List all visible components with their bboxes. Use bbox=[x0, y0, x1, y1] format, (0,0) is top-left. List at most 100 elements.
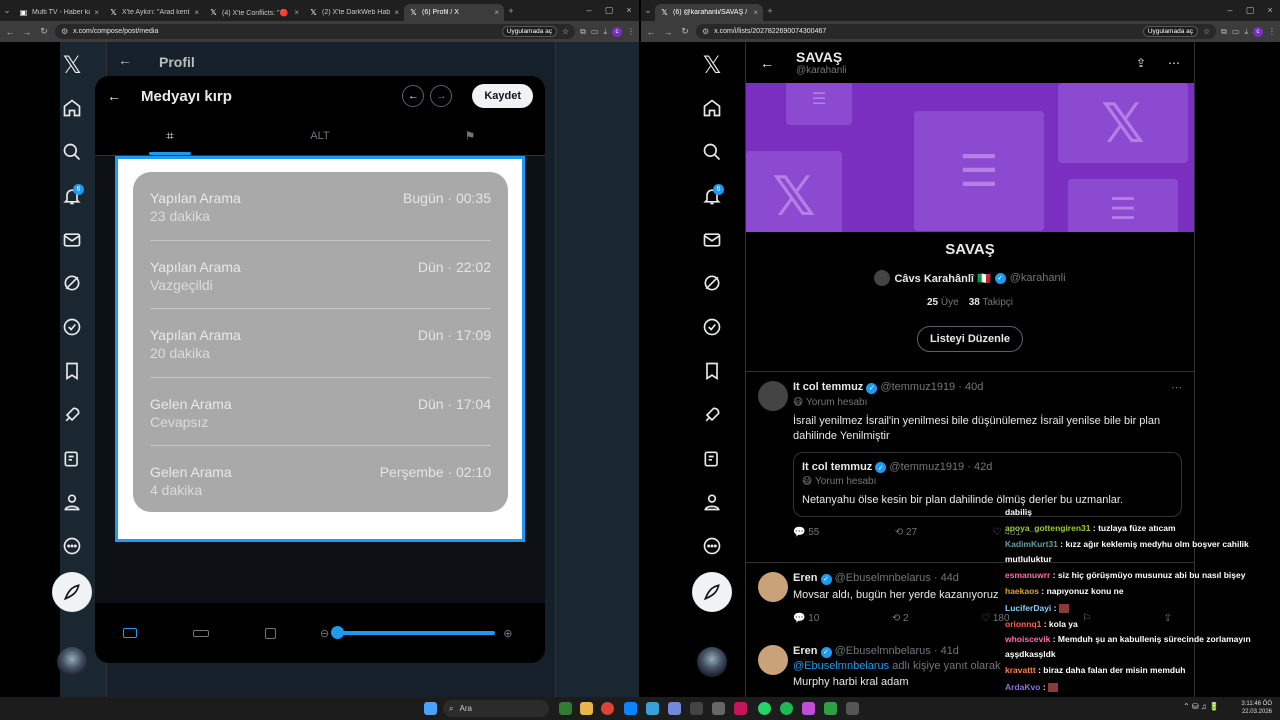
profile-icon[interactable] bbox=[58, 488, 86, 516]
repost-button[interactable]: ⟲ 27 bbox=[895, 527, 917, 538]
back-arrow-icon[interactable]: ← bbox=[645, 27, 657, 37]
browser-tab[interactable]: 𝕏(4) X'te Conflicts: "🔴 So× bbox=[204, 4, 304, 21]
close-window-icon[interactable]: × bbox=[619, 5, 639, 16]
zoom-slider-handle[interactable] bbox=[331, 626, 345, 639]
extensions-icon[interactable]: ⧉ bbox=[580, 27, 586, 37]
maximize-icon[interactable]: ▢ bbox=[599, 5, 619, 16]
tray-icons[interactable]: ⌃ ⛁ ♫ 🔋 bbox=[1183, 702, 1219, 711]
extensions-icon[interactable]: ⧉ bbox=[1221, 27, 1227, 37]
close-icon[interactable]: × bbox=[294, 8, 299, 17]
premium-icon[interactable] bbox=[58, 313, 86, 341]
tweet-avatar[interactable] bbox=[758, 645, 788, 675]
tab-menu-icon[interactable]: ⌄ bbox=[0, 4, 14, 18]
spotify-icon[interactable] bbox=[780, 702, 793, 715]
more-icon[interactable] bbox=[698, 532, 726, 560]
rocket-icon[interactable] bbox=[698, 401, 726, 429]
profile-avatar[interactable]: c bbox=[612, 26, 622, 37]
more-icon[interactable] bbox=[58, 532, 86, 560]
tab-flag[interactable]: ⚑ bbox=[395, 116, 545, 155]
notifications-icon[interactable]: 6 bbox=[698, 182, 726, 210]
site-info-icon[interactable]: ⚙ bbox=[702, 27, 709, 36]
file-explorer-icon[interactable] bbox=[580, 702, 593, 715]
tab-menu-icon[interactable]: ⌄ bbox=[641, 4, 655, 18]
followers-link[interactable]: 38 Takipçi bbox=[969, 297, 1013, 308]
x-logo-icon[interactable]: 𝕏 bbox=[58, 51, 86, 79]
premium-icon[interactable] bbox=[698, 313, 726, 341]
profile-avatar[interactable]: c bbox=[1253, 26, 1263, 37]
download-icon[interactable]: ⤓ bbox=[603, 27, 607, 37]
chrome-icon[interactable] bbox=[601, 702, 614, 715]
grok-icon[interactable] bbox=[58, 269, 86, 297]
url-bar[interactable]: ⚙ x.com/compose/post/media Uygulamada aç… bbox=[55, 24, 576, 39]
close-icon[interactable]: × bbox=[194, 8, 199, 17]
new-tab-button[interactable]: + bbox=[763, 4, 777, 18]
start-icon[interactable] bbox=[424, 702, 437, 715]
tweet-avatar[interactable] bbox=[758, 572, 788, 602]
back-arrow-icon[interactable]: ← bbox=[4, 27, 16, 37]
browser-tab[interactable]: 𝕏 (2) X'te DarkWeb Haber × bbox=[304, 4, 404, 21]
site-info-icon[interactable]: ⚙ bbox=[61, 27, 68, 36]
more-dots-icon[interactable]: ⋯ bbox=[1168, 56, 1180, 70]
reload-icon[interactable]: ↻ bbox=[38, 26, 50, 37]
back-arrow-icon[interactable]: ← bbox=[760, 55, 774, 71]
new-tab-button[interactable]: + bbox=[504, 4, 518, 18]
browser-tab-active[interactable]: 𝕏 (6) @karahanli/SAVAŞ / X × bbox=[655, 4, 763, 21]
close-icon[interactable]: × bbox=[94, 8, 99, 17]
members-link[interactable]: 25 Üye bbox=[927, 297, 959, 308]
share-icon[interactable]: ⇪ bbox=[1136, 56, 1146, 70]
menu-dots-icon[interactable]: ⋮ bbox=[627, 27, 635, 36]
aspect-original-icon[interactable] bbox=[123, 628, 137, 638]
messages-icon[interactable] bbox=[58, 226, 86, 254]
minimize-icon[interactable]: – bbox=[1220, 5, 1240, 16]
forward-arrow-icon[interactable]: → bbox=[21, 27, 33, 37]
search-icon[interactable] bbox=[698, 138, 726, 166]
previous-media-button[interactable]: ← bbox=[402, 85, 425, 107]
bookmarks-icon[interactable] bbox=[58, 357, 86, 385]
bookmark-star-icon[interactable]: ☆ bbox=[1203, 27, 1210, 36]
crop-frame[interactable]: Yapılan Arama 23 dakika Bugün · 00:35 Yapı… bbox=[115, 156, 525, 542]
rocket-icon[interactable] bbox=[58, 401, 86, 429]
zoom-in-icon[interactable]: ⊕ bbox=[503, 627, 512, 640]
back-arrow-icon[interactable]: ← bbox=[107, 88, 121, 104]
zoom-slider[interactable] bbox=[331, 626, 496, 639]
list-owner[interactable]: Câvs Karahânlî 🇮🇹 ✓ @karahanli bbox=[746, 270, 1194, 286]
edit-list-button[interactable]: Listeyi Düzenle bbox=[916, 326, 1024, 352]
browser-tab[interactable]: ▣Multi TV - Haber kanalla× bbox=[14, 4, 104, 21]
close-icon[interactable]: × bbox=[494, 8, 499, 17]
next-media-button[interactable]: → bbox=[430, 85, 453, 107]
user-avatar[interactable] bbox=[57, 647, 87, 677]
reply-button[interactable]: 💬 10 bbox=[793, 613, 819, 624]
profile-icon[interactable] bbox=[698, 488, 726, 516]
save-button[interactable]: Kaydet bbox=[472, 84, 533, 108]
open-in-app-button[interactable]: Uygulamada aç bbox=[501, 26, 557, 37]
x-logo-icon[interactable]: 𝕏 bbox=[698, 51, 726, 79]
messages-icon[interactable] bbox=[698, 226, 726, 254]
app-icon[interactable] bbox=[846, 702, 859, 715]
app-icon[interactable] bbox=[690, 702, 703, 715]
reply-button[interactable]: 💬 55 bbox=[793, 527, 819, 538]
close-window-icon[interactable]: × bbox=[1260, 5, 1280, 16]
reload-icon[interactable]: ↻ bbox=[679, 26, 691, 37]
clock[interactable]: 3:11:46 ÖÖ 22.03.2026 bbox=[1241, 700, 1272, 716]
maximize-icon[interactable]: ▢ bbox=[1240, 5, 1260, 16]
app-icon[interactable] bbox=[646, 702, 659, 715]
whatsapp-icon[interactable] bbox=[758, 702, 771, 715]
articles-icon[interactable] bbox=[698, 445, 726, 473]
home-icon[interactable] bbox=[698, 94, 726, 122]
post-button[interactable] bbox=[52, 572, 92, 612]
app-icon[interactable] bbox=[734, 702, 747, 715]
grok-icon[interactable] bbox=[698, 269, 726, 297]
taskview-icon[interactable] bbox=[559, 702, 572, 715]
forward-arrow-icon[interactable]: → bbox=[662, 27, 674, 37]
post-button[interactable] bbox=[692, 572, 732, 612]
browser-tab-active[interactable]: 𝕏 (6) Profil / X × bbox=[404, 4, 504, 21]
app-icon[interactable] bbox=[712, 702, 725, 715]
app-icon[interactable] bbox=[802, 702, 815, 715]
more-dots-icon[interactable]: ⋯ bbox=[1171, 381, 1182, 394]
repost-button[interactable]: ⟲ 2 bbox=[892, 613, 909, 624]
close-icon[interactable]: × bbox=[394, 8, 399, 17]
sidebar-icon[interactable]: ▭ bbox=[1232, 27, 1240, 36]
user-avatar[interactable] bbox=[697, 647, 727, 677]
url-bar[interactable]: ⚙ x.com/i/lists/2027822690074300467 Uygu… bbox=[696, 24, 1217, 39]
discord-icon[interactable] bbox=[668, 702, 681, 715]
